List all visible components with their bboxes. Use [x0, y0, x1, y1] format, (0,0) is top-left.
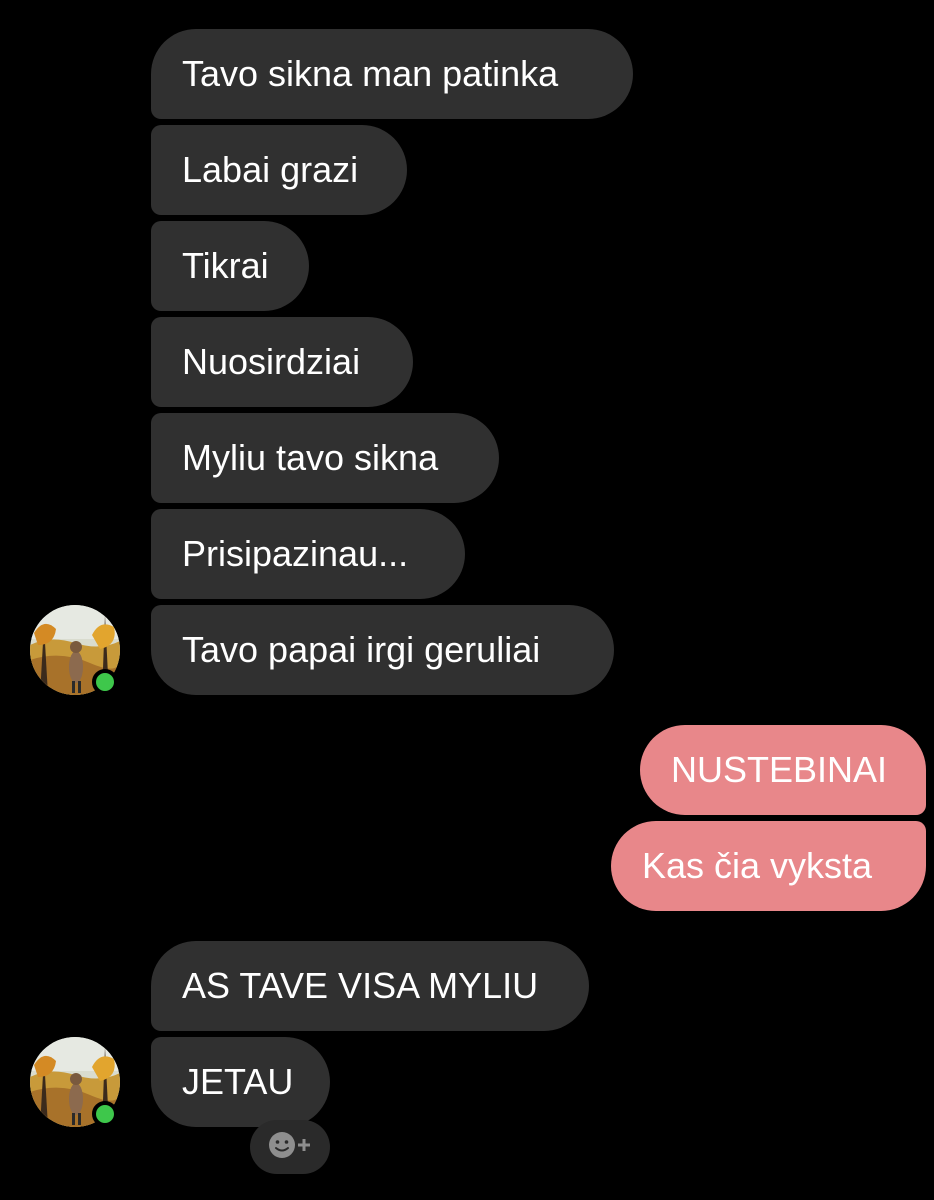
- online-status-indicator: [92, 1101, 118, 1127]
- message-bubble-outgoing[interactable]: Kas čia vyksta: [611, 821, 926, 911]
- message-bubble-incoming[interactable]: Labai grazi: [151, 125, 407, 215]
- message-bubble-outgoing[interactable]: NUSTEBINAI: [640, 725, 926, 815]
- message-text: JETAU: [182, 1061, 294, 1102]
- message-bubble-incoming[interactable]: AS TAVE VISA MYLIU: [151, 941, 589, 1031]
- message-bubble-incoming[interactable]: Tavo sikna man patinka: [151, 29, 633, 119]
- message-text: Kas čia vyksta: [642, 845, 873, 886]
- message-bubble-incoming[interactable]: JETAU: [151, 1037, 330, 1127]
- message-bubble-incoming[interactable]: Tavo papai irgi geruliai: [151, 605, 614, 695]
- add-reaction-button[interactable]: [250, 1120, 330, 1174]
- message-bubble-incoming[interactable]: Nuosirdziai: [151, 317, 413, 407]
- message-bubble-incoming[interactable]: Tikrai: [151, 221, 309, 311]
- online-status-indicator: [92, 669, 118, 695]
- message-text: Tikrai: [182, 245, 269, 286]
- message-bubble-incoming[interactable]: Myliu tavo sikna: [151, 413, 499, 503]
- message-text: Myliu tavo sikna: [182, 437, 439, 478]
- message-text: AS TAVE VISA MYLIU: [182, 965, 539, 1006]
- message-text: Nuosirdziai: [182, 341, 361, 382]
- message-text: Labai grazi: [182, 149, 359, 190]
- message-bubble-incoming[interactable]: Prisipazinau...: [151, 509, 465, 599]
- message-text: NUSTEBINAI: [671, 749, 888, 790]
- message-text: Tavo sikna man patinka: [182, 53, 559, 94]
- add-reaction-icon: [265, 1130, 315, 1165]
- message-text: Tavo papai irgi geruliai: [182, 629, 541, 670]
- message-text: Prisipazinau...: [182, 533, 409, 574]
